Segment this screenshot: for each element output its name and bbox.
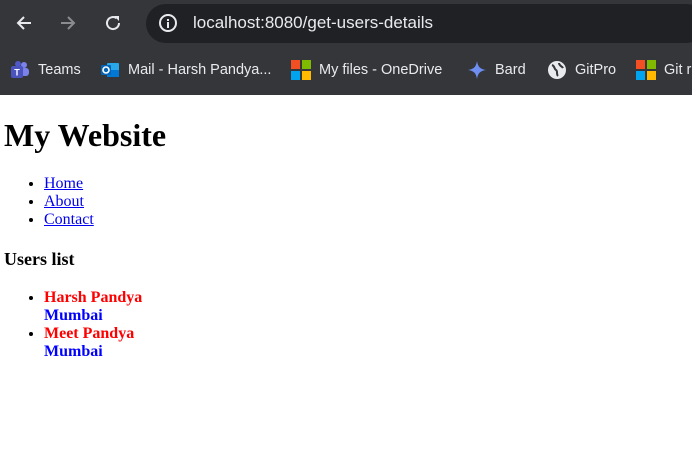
arrow-right-icon: [61, 16, 76, 30]
browser-toolbar: localhost:8080/get-users-details: [0, 0, 692, 48]
bookmark-teams[interactable]: T Teams: [10, 58, 81, 82]
bookmark-gitpro[interactable]: GitPro: [547, 58, 616, 82]
users-list: Harsh Pandya Mumbai Meet Pandya Mumbai: [0, 289, 142, 361]
web-page: My Website Home About Contact Users list…: [0, 95, 692, 467]
user-city: Mumbai: [44, 307, 103, 324]
bookmark-label: Bard: [495, 62, 526, 78]
teams-icon: T: [10, 60, 30, 80]
user-name: Meet Pandya: [44, 325, 135, 342]
nav-item: Home: [44, 175, 94, 193]
nav-link-contact[interactable]: Contact: [44, 211, 94, 228]
nav-item: About: [44, 193, 94, 211]
microsoft-icon: [291, 60, 311, 80]
nav-link-about[interactable]: About: [44, 193, 84, 210]
info-icon[interactable]: [159, 14, 177, 32]
bookmark-mail[interactable]: Mail - Harsh Pandya...: [100, 58, 271, 82]
bookmark-label: Teams: [38, 62, 81, 78]
list-item: Harsh Pandya Mumbai: [44, 289, 142, 325]
bookmark-label: GitPro: [575, 62, 617, 78]
svg-text:T: T: [14, 68, 20, 78]
globe-icon: [547, 60, 567, 80]
outlook-icon: [100, 60, 120, 80]
bookmark-onedrive[interactable]: My files - OneDrive: [291, 58, 442, 82]
back-button[interactable]: [10, 9, 38, 37]
browser-chrome: localhost:8080/get-users-details T Teams: [0, 0, 692, 95]
user-city: Mumbai: [44, 343, 103, 360]
reload-icon: [106, 16, 121, 31]
list-item: Meet Pandya Mumbai: [44, 325, 142, 361]
url-text[interactable]: localhost:8080/get-users-details: [193, 13, 433, 33]
bookmark-label: Git r: [664, 62, 692, 78]
arrow-left-icon: [16, 16, 31, 30]
bookmark-label: My files - OneDrive: [319, 62, 443, 78]
nav-item: Contact: [44, 211, 94, 229]
site-nav: Home About Contact: [0, 175, 94, 229]
address-bar[interactable]: localhost:8080/get-users-details: [146, 4, 692, 43]
bookmark-bard[interactable]: Bard: [467, 58, 526, 82]
user-name: Harsh Pandya: [44, 289, 143, 306]
bookmark-label: Mail - Harsh Pandya...: [128, 62, 272, 78]
users-heading: Users list: [4, 249, 75, 269]
reload-button[interactable]: [99, 9, 127, 37]
forward-button[interactable]: [54, 9, 82, 37]
nav-link-home[interactable]: Home: [44, 175, 83, 192]
bookmarks-bar: T Teams Mail - Harsh Pandya... My files …: [0, 48, 692, 92]
bookmark-git[interactable]: Git r: [636, 58, 691, 82]
bard-icon: [467, 60, 487, 80]
microsoft-icon: [636, 60, 656, 80]
page-title: My Website: [4, 117, 167, 153]
